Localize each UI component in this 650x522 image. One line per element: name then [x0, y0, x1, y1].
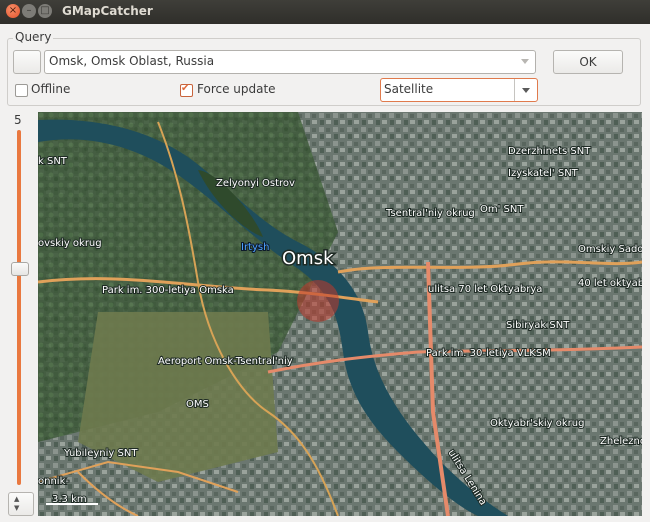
- window-title: GMapCatcher: [62, 4, 153, 18]
- map-label: Park im. 300-letiya Omska: [102, 285, 234, 296]
- satellite-map[interactable]: Omsk Dzerzhinets SNT Izyskatel' SNT Om' …: [38, 112, 642, 516]
- chevron-down-icon[interactable]: [521, 59, 529, 64]
- map-label: k SNT: [38, 156, 68, 167]
- spin-down-icon[interactable]: ▼: [14, 504, 19, 512]
- map-label: Oktyabr'skiy okrug: [490, 418, 584, 429]
- map-label: onnik-: [38, 476, 69, 487]
- close-icon[interactable]: ×: [6, 4, 20, 18]
- map-label: Yubileyniy SNT: [63, 448, 138, 459]
- map-label: Aeroport Omsk-Tsentral'niy: [158, 356, 293, 367]
- map-label: Om' SNT: [480, 204, 524, 215]
- map-label: Izyskatel' SNT: [508, 168, 579, 179]
- minimize-icon[interactable]: –: [22, 4, 36, 18]
- ok-button[interactable]: OK: [553, 50, 623, 74]
- map-label: Park im. 30-letiya VLKSM: [426, 348, 551, 359]
- spin-up-icon[interactable]: ▲: [14, 495, 19, 503]
- map-label: ulitsa 70 let Oktyabrya: [428, 284, 542, 295]
- map-label: OMS: [186, 399, 209, 410]
- zoom-slider[interactable]: [17, 130, 21, 485]
- chevron-down-icon[interactable]: [522, 88, 530, 93]
- title-bar: × – □ GMapCatcher: [0, 0, 650, 24]
- query-frame-label: Query: [13, 30, 54, 44]
- map-label: Irtysh: [241, 242, 269, 253]
- zoom-level-label: 5: [14, 113, 22, 127]
- maximize-icon[interactable]: □: [38, 4, 52, 18]
- city-label: Omsk: [282, 248, 334, 269]
- map-label: 40 let oktyabrya SNT: [578, 278, 642, 289]
- map-label: Dzerzhinets SNT: [508, 146, 591, 157]
- scale-label: 3.3 km: [52, 494, 87, 505]
- map-view[interactable]: Omsk Dzerzhinets SNT Izyskatel' SNT Om' …: [38, 112, 642, 516]
- map-label: Tsentral'niy okrug: [385, 208, 475, 219]
- force-update-checkbox[interactable]: [180, 83, 193, 97]
- map-label: Sibiryak SNT: [506, 320, 570, 331]
- offline-checkbox[interactable]: [15, 84, 28, 97]
- map-label: ovskiy okrug: [38, 238, 102, 249]
- location-marker[interactable]: [297, 280, 339, 322]
- search-options-button[interactable]: [13, 50, 41, 74]
- force-update-label[interactable]: Force update: [197, 82, 276, 96]
- zoom-spinner[interactable]: ▲ ▼: [8, 492, 34, 516]
- location-input[interactable]: Omsk, Omsk Oblast, Russia: [44, 50, 536, 74]
- zoom-slider-handle[interactable]: [11, 262, 29, 276]
- select-divider: [514, 79, 515, 101]
- location-input-value: Omsk, Omsk Oblast, Russia: [49, 54, 215, 68]
- map-label: Zheleznodorozhnik: [600, 436, 642, 447]
- offline-label[interactable]: Offline: [31, 82, 70, 96]
- map-label: Zelyonyi Ostrov: [216, 178, 295, 189]
- map-type-select[interactable]: Satellite: [380, 78, 538, 102]
- map-label: Omskiy Sadovod SNT: [578, 244, 642, 255]
- map-type-value: Satellite: [384, 82, 434, 96]
